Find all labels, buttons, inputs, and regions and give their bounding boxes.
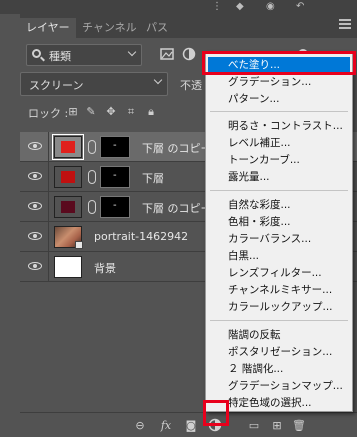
filter-kind-select[interactable]: 種類 xyxy=(26,44,142,66)
chain-link-icon[interactable] xyxy=(88,170,96,184)
trash-icon[interactable]: 🗑︎ xyxy=(292,419,306,433)
tab-layers[interactable]: レイヤー xyxy=(20,18,76,38)
menu-item-posterize[interactable]: ポスタリゼーション... xyxy=(208,344,350,360)
menu-item-levels[interactable]: レベル補正... xyxy=(208,135,350,151)
menu-separator xyxy=(210,111,348,112)
lock-brush-icon[interactable]: ✎ xyxy=(84,105,98,119)
layer-thumbnail xyxy=(54,166,82,188)
filter-adjustment-icon[interactable] xyxy=(182,47,196,61)
blend-mode-value: スクリーン xyxy=(29,79,84,92)
lock-position-icon[interactable]: ✥ xyxy=(104,105,118,119)
menu-item-photo-filter[interactable]: レンズフィルター... xyxy=(208,265,350,281)
background-thumbnail xyxy=(54,256,82,278)
menu-separator xyxy=(210,320,348,321)
layers-bottom-bar: ⊖ fx ◙ ▭ ⊞ 🗑︎ xyxy=(20,412,357,437)
layer-name[interactable]: 下層 xyxy=(142,170,164,186)
layer-name[interactable]: portrait-1462942 xyxy=(94,230,188,243)
smart-object-badge-icon xyxy=(75,241,83,249)
layer-mask-thumbnail[interactable]: - xyxy=(100,166,130,188)
portrait-thumbnail xyxy=(54,226,83,249)
menu-item-black-white[interactable]: 白黒... xyxy=(208,248,350,264)
fill-swatch xyxy=(61,201,75,213)
layer-name[interactable]: 下層 のコピー xyxy=(142,200,212,216)
panel-tab-bar: レイヤー チャンネル パス xyxy=(20,14,357,38)
lock-artboard-icon[interactable]: ⌗ xyxy=(124,105,138,119)
filter-kind-label: 種類 xyxy=(49,50,71,63)
menu-item-color-balance[interactable]: カラーバランス... xyxy=(208,231,350,247)
layer-thumbnail xyxy=(52,134,84,160)
menu-item-exposure[interactable]: 露光量... xyxy=(208,169,350,185)
new-layer-icon[interactable]: ⊞ xyxy=(270,419,284,433)
chevron-down-icon xyxy=(153,75,163,85)
layer-mask-thumbnail[interactable]: - xyxy=(100,196,130,218)
menu-item-pattern[interactable]: パターン... xyxy=(208,91,350,107)
fill-swatch xyxy=(61,171,75,183)
layer-thumbnail xyxy=(54,196,82,218)
tab-channels[interactable]: チャンネル xyxy=(76,18,143,38)
menu-item-curves[interactable]: トーンカーブ... xyxy=(208,152,350,168)
lock-all-icon[interactable]: 🔒︎ xyxy=(144,105,158,119)
chevron-down-icon xyxy=(127,47,137,57)
fill-swatch xyxy=(61,141,75,153)
visibility-eye-icon[interactable] xyxy=(28,141,42,151)
blend-mode-select[interactable]: スクリーン xyxy=(20,72,168,96)
menu-item-hue-saturation[interactable]: 色相・彩度... xyxy=(208,214,350,230)
visibility-eye-icon[interactable] xyxy=(28,231,42,241)
layer-name[interactable]: 下層 のコピー xyxy=(142,140,212,156)
visibility-eye-icon[interactable] xyxy=(28,171,42,181)
more-icon[interactable]: ⋮ xyxy=(212,1,222,12)
folder-icon[interactable]: ▭ xyxy=(246,419,262,433)
annotation-highlight-adjustment-button xyxy=(203,400,229,426)
lock-transparency-icon[interactable]: ⊞ xyxy=(66,105,80,119)
layer-name[interactable]: 背景 xyxy=(94,260,116,276)
menu-item-gradient-map[interactable]: グラデーションマップ... xyxy=(208,378,350,394)
visibility-eye-icon[interactable] xyxy=(28,201,42,211)
diamond-icon[interactable]: ◆ xyxy=(236,1,244,12)
menu-item-channel-mixer[interactable]: チャンネルミキサー... xyxy=(208,282,350,298)
lock-label: ロック : xyxy=(28,107,69,120)
menu-item-gradient[interactable]: グラデーション... xyxy=(208,74,350,90)
menu-item-invert[interactable]: 階調の反転 xyxy=(208,327,350,343)
menu-item-brightness-contrast[interactable]: 明るさ・コントラスト... xyxy=(208,118,350,134)
annotation-highlight-menu-item xyxy=(202,51,356,75)
eye-icon[interactable]: ◉ xyxy=(266,1,275,12)
top-toolbar-strip: ⋮ ◆ ◉ ↶ xyxy=(0,0,357,14)
adjustment-layer-menu: べた塗り... グラデーション... パターン... 明るさ・コントラスト...… xyxy=(205,53,353,412)
menu-item-threshold[interactable]: ２ 階調化... xyxy=(208,361,350,377)
link-layers-icon[interactable]: ⊖ xyxy=(132,419,148,433)
chain-link-icon[interactable] xyxy=(88,200,96,214)
panel-menu-icon[interactable] xyxy=(339,19,351,31)
menu-item-vibrance[interactable]: 自然な彩度... xyxy=(208,197,350,213)
menu-item-color-lookup[interactable]: カラールックアップ... xyxy=(208,299,350,315)
fx-icon[interactable]: fx xyxy=(158,419,174,433)
visibility-eye-icon[interactable] xyxy=(28,261,42,271)
opacity-label: 不透 xyxy=(180,79,202,92)
undo-icon[interactable]: ↶ xyxy=(296,1,304,12)
tab-paths[interactable]: パス xyxy=(140,18,174,38)
add-mask-icon[interactable]: ◙ xyxy=(184,419,198,433)
menu-item-selective-color[interactable]: 特定色域の選択... xyxy=(208,395,350,411)
filter-pixel-icon[interactable] xyxy=(160,47,174,61)
search-icon xyxy=(32,49,41,58)
menu-separator xyxy=(210,190,348,191)
layer-mask-thumbnail[interactable]: - xyxy=(100,136,130,158)
chain-link-icon[interactable] xyxy=(88,140,96,154)
